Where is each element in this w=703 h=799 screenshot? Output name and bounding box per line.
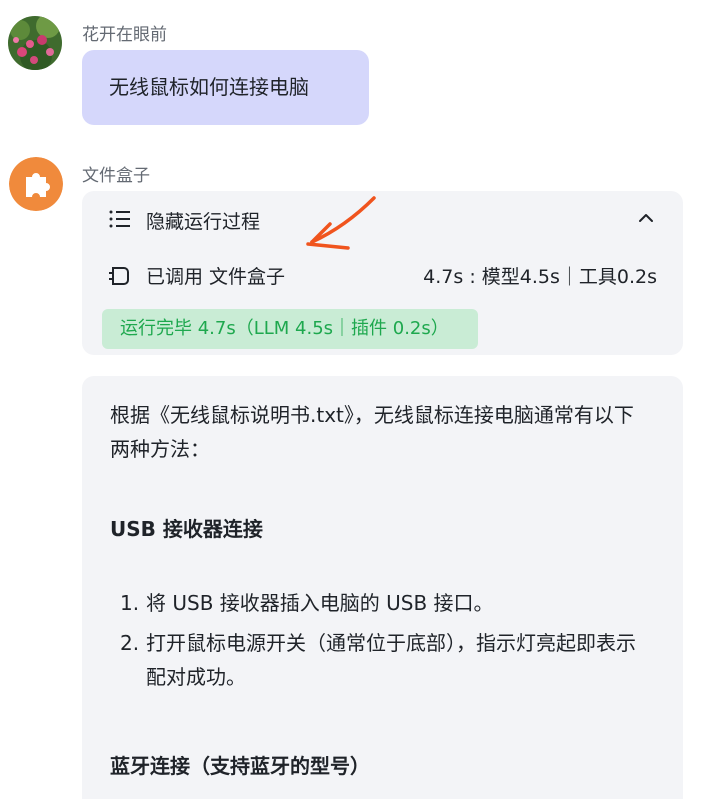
bot-name: 文件盒子 [82, 166, 150, 186]
section-heading-usb: USB 接收器连接 [110, 517, 263, 541]
step-text: 打开鼠标电源开关（通常位于底部），指示灯亮起即表示配对成功。 [146, 631, 636, 689]
list-icon [109, 210, 130, 228]
step-number: 1. [120, 591, 140, 615]
usb-step-list: 1. 将 USB 接收器插入电脑的 USB 接口。 2. 打开鼠标电源开关（通常… [120, 586, 640, 700]
user-message-bubble: 无线鼠标如何连接电脑 [82, 50, 369, 125]
process-toggle-label: 隐藏运行过程 [146, 211, 261, 233]
bot-avatar[interactable] [9, 157, 63, 211]
step-number: 2. [120, 631, 140, 655]
section-heading-bluetooth: 蓝牙连接（支持蓝牙的型号） [110, 754, 370, 778]
answer-card: 根据《无线鼠标说明书.txt》，无线鼠标连接电脑通常有以下两种方法： USB 接… [82, 376, 683, 799]
tool-called-label: 已调用 文件盒子 [146, 266, 286, 288]
user-avatar[interactable] [8, 16, 62, 70]
step-text: 将 USB 接收器插入电脑的 USB 接口。 [146, 591, 494, 615]
chevron-up-icon[interactable] [635, 207, 657, 229]
step-item: 2. 打开鼠标电源开关（通常位于底部），指示灯亮起即表示配对成功。 [120, 626, 640, 694]
user-name: 花开在眼前 [82, 25, 167, 45]
annotation-arrow-icon [306, 196, 376, 250]
step-item: 1. 将 USB 接收器插入电脑的 USB 接口。 [120, 586, 640, 620]
plugin-icon [109, 267, 129, 285]
answer-intro: 根据《无线鼠标说明书.txt》，无线鼠标连接电脑通常有以下两种方法： [110, 403, 634, 461]
tool-call-row: 已调用 文件盒子 4.7s : 模型4.5s｜工具0.2s [82, 257, 683, 293]
tool-timing: 4.7s : 模型4.5s｜工具0.2s [423, 266, 657, 288]
run-status-badge: 运行完毕 4.7s（LLM 4.5s｜插件 0.2s） [102, 309, 478, 349]
